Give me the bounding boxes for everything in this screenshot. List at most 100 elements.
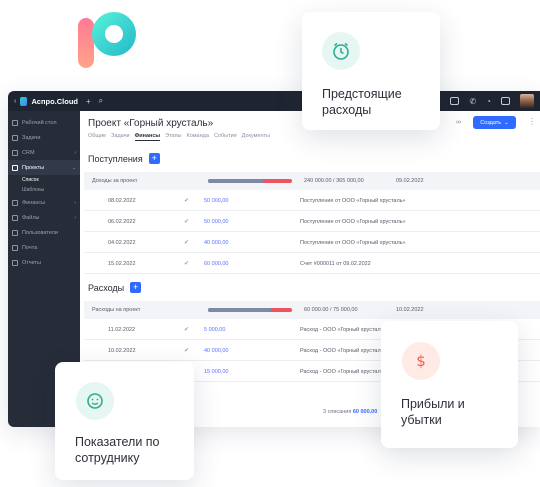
- expenses-progress-fill: [208, 308, 271, 312]
- row-amount[interactable]: 50 000,00: [204, 198, 228, 204]
- profit-loss-label: Прибыли и убытки: [401, 397, 465, 427]
- check-icon: ✔: [184, 327, 190, 333]
- smile-icon: [76, 382, 114, 420]
- row-amount[interactable]: 60 000,00: [204, 261, 228, 267]
- tab-tasks[interactable]: Задачи: [111, 133, 129, 141]
- sidebar-item-finance[interactable]: Финансы ›: [8, 195, 80, 210]
- tab-general[interactable]: Общие: [88, 133, 106, 141]
- row-description: Поступление от ООО «Горный хрусталь»: [300, 219, 406, 225]
- crm-icon: [12, 149, 18, 156]
- tab-team[interactable]: Команда: [187, 133, 209, 141]
- row-amount[interactable]: 5 000,00: [204, 327, 225, 333]
- sidebar-item-desktop[interactable]: Рабочий стол: [8, 115, 80, 130]
- logo-3d-icon: [78, 12, 136, 68]
- income-group-row[interactable]: Доходы за проект 240 000.00 / 365 000,00…: [84, 172, 540, 190]
- chevron-down-icon: ⌄: [504, 119, 509, 126]
- check-icon: ✔: [184, 348, 190, 354]
- link-icon[interactable]: ∞: [456, 119, 461, 126]
- table-row[interactable]: 04.02.2022 ✔ 40 000,00 Поступление от ООО «…: [84, 232, 540, 253]
- topbar: ‹ Аспро.Cloud + ⌕ ✆ ◔: [8, 91, 540, 111]
- tab-events[interactable]: События: [214, 133, 237, 141]
- create-button[interactable]: Создать ⌄: [473, 116, 516, 129]
- table-row[interactable]: 08.02.2022 ✔ 50 000,00 Поступление от ООО «…: [84, 190, 540, 211]
- chat-icon[interactable]: [501, 97, 510, 105]
- screenshot-stage: ‹ Аспро.Cloud + ⌕ ✆ ◔ Рабочий стол Задач…: [0, 0, 540, 487]
- sidebar-item-projects[interactable]: Проекты ⌄: [8, 160, 80, 175]
- income-progress-bar: [208, 179, 292, 183]
- expenses-group-title: Расходы на проект: [92, 307, 141, 313]
- income-progress-fill: [208, 179, 264, 183]
- expenses-title: Расходы: [88, 282, 125, 293]
- page-title: Проект «Горный хрусталь»: [88, 118, 214, 129]
- brand[interactable]: ‹ Аспро.Cloud: [8, 96, 78, 106]
- row-amount[interactable]: 40 000,00: [204, 240, 228, 246]
- upcoming-expenses-card: Предстоящие расходы: [302, 12, 440, 130]
- income-group-date: 09.02.2022: [396, 178, 424, 184]
- chevron-right-icon: ›: [74, 214, 76, 221]
- expenses-header: Расходы +: [88, 282, 142, 293]
- brand-logo-icon: [20, 96, 28, 106]
- projects-icon: [12, 164, 18, 171]
- avatar[interactable]: [520, 94, 534, 108]
- row-date: 04.02.2022: [108, 240, 136, 246]
- income-group-sum: 240 000.00 / 365 000,00: [304, 178, 364, 184]
- sidebar-item-files[interactable]: Файлы ›: [8, 210, 80, 225]
- sidebar-item-mail[interactable]: Почта: [8, 240, 80, 255]
- chevron-down-icon: ⌄: [71, 164, 76, 171]
- reports-icon: [12, 259, 18, 266]
- expenses-total: 3 списания 60 000.00: [323, 409, 378, 415]
- sidebar-subitem-templates[interactable]: Шаблоны: [8, 185, 80, 195]
- chevron-left-icon[interactable]: ‹: [14, 98, 16, 105]
- plus-icon[interactable]: +: [86, 97, 91, 106]
- check-icon: ✔: [184, 261, 190, 267]
- sidebar-item-users[interactable]: Пользователи: [8, 225, 80, 240]
- chevron-right-icon: ›: [74, 149, 76, 156]
- check-icon: ✔: [184, 219, 190, 225]
- expenses-group-row[interactable]: Расходы на проект 60 000.00 / 75 000,00 …: [84, 301, 540, 319]
- expenses-group-date: 10.02.2022: [396, 307, 424, 313]
- add-expense-button[interactable]: +: [130, 282, 142, 293]
- row-date: 08.02.2022: [108, 198, 136, 204]
- income-header: Поступления +: [88, 153, 160, 164]
- check-icon: ✔: [184, 198, 190, 204]
- search-icon[interactable]: ⌕: [99, 96, 103, 106]
- phone-icon[interactable]: ✆: [469, 97, 476, 106]
- employee-metrics-label: Показатели по сотруднику: [75, 435, 160, 465]
- users-icon: [12, 229, 18, 236]
- row-description: Расход - ООО «Горный хрусталь»: [300, 369, 387, 375]
- tab-stages[interactable]: Этапы: [165, 133, 181, 141]
- brand-name: Аспро.Cloud: [31, 96, 78, 106]
- upcoming-expenses-label: Предстоящие расходы: [322, 87, 402, 117]
- row-amount[interactable]: 50 000,00: [204, 219, 228, 225]
- income-title: Поступления: [88, 153, 143, 164]
- income-group-title: Доходы за проект: [92, 178, 138, 184]
- employee-metrics-card: Показатели по сотруднику: [55, 362, 194, 480]
- row-amount[interactable]: 40 000,00: [204, 348, 228, 354]
- sidebar-item-crm[interactable]: CRM ›: [8, 145, 80, 160]
- row-amount[interactable]: 15 000,00: [204, 369, 228, 375]
- sidebar-subitem-list[interactable]: Список: [8, 175, 80, 185]
- svg-text:$: $: [416, 352, 426, 370]
- row-description: Расход - ООО «Горный хрусталь»: [300, 327, 387, 333]
- add-income-button[interactable]: +: [148, 153, 160, 164]
- row-description: Поступление от ООО «Горный хрусталь»: [300, 198, 406, 204]
- tasks-icon: [12, 134, 18, 141]
- check-icon: ✔: [184, 240, 190, 246]
- sidebar-item-reports[interactable]: Отчеты: [8, 255, 80, 270]
- topbar-actions: ✆ ◔: [450, 91, 534, 111]
- row-date: 15.02.2022: [108, 261, 136, 267]
- tab-documents[interactable]: Документы: [242, 133, 270, 141]
- desktop-icon: [12, 119, 18, 126]
- more-icon[interactable]: ⋮: [528, 117, 536, 126]
- finance-icon: [12, 199, 18, 206]
- table-row[interactable]: 15.02.2022 ✔ 60 000,00 Счет #000011 от 09.0…: [84, 253, 540, 274]
- mail-icon: [12, 244, 18, 251]
- sidebar-item-tasks[interactable]: Задачи: [8, 130, 80, 145]
- bell-icon[interactable]: ◔: [486, 97, 491, 106]
- table-row[interactable]: 06.02.2022 ✔ 50 000,00 Поступление от ООО «…: [84, 211, 540, 232]
- chevron-right-icon: ›: [74, 199, 76, 206]
- row-description: Расход - ООО «Горный хрусталь»: [300, 348, 387, 354]
- profit-loss-card: $ Прибыли и убытки: [381, 321, 518, 448]
- tab-finance[interactable]: Финансы: [134, 133, 161, 141]
- mail-icon[interactable]: [450, 97, 460, 105]
